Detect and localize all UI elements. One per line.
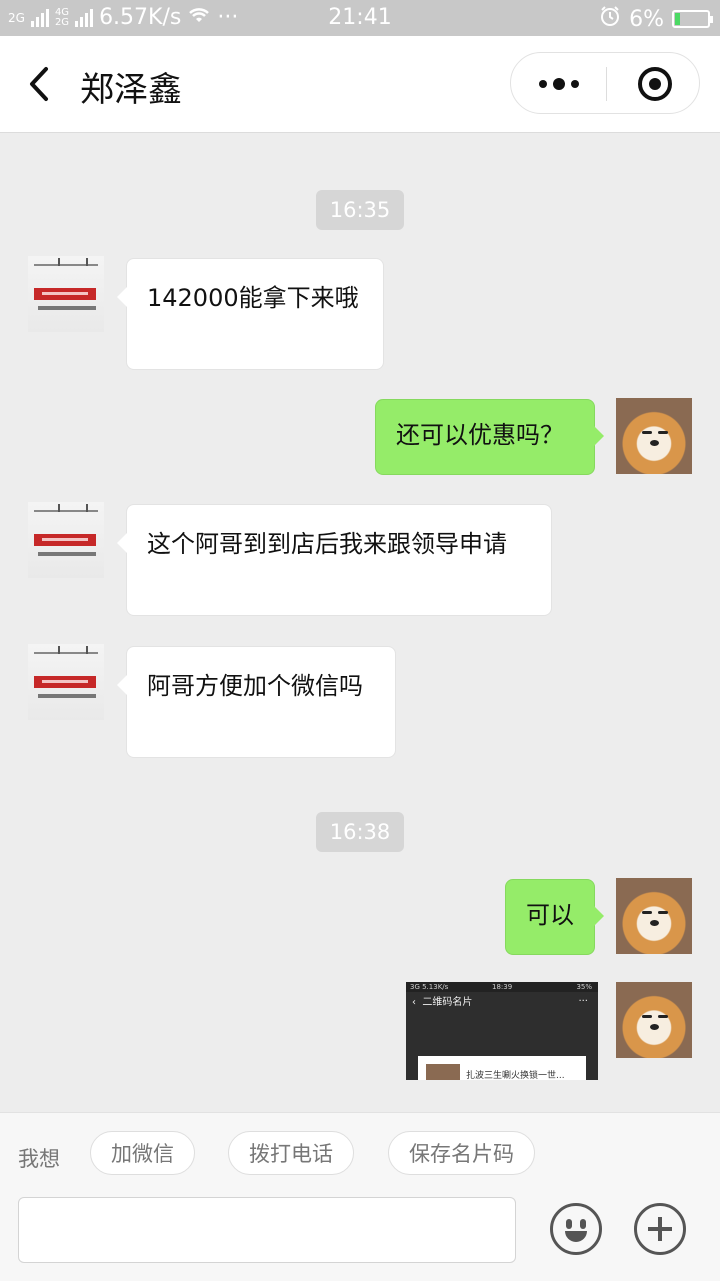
close-miniprogram-icon[interactable] bbox=[638, 67, 672, 101]
menu-capsule bbox=[510, 52, 700, 114]
chat-header: 郑泽鑫 bbox=[0, 36, 720, 133]
alarm-icon bbox=[599, 5, 621, 33]
bottom-panel: 我想 加微信 拨打电话 保存名片码 bbox=[0, 1112, 720, 1281]
timestamp: 16:38 bbox=[316, 812, 404, 852]
image-card: 扎波三生唰火换锁一世... bbox=[418, 1056, 586, 1080]
message-bubble-sent[interactable]: 可以 bbox=[505, 879, 604, 955]
dealer-avatar[interactable] bbox=[28, 502, 104, 578]
more-options-icon[interactable] bbox=[539, 75, 579, 93]
image-header: ‹ 二维码名片 bbox=[412, 997, 473, 1008]
my-avatar[interactable] bbox=[616, 982, 692, 1058]
message-bubble[interactable]: 这个阿哥到到店后我来跟领导申请 bbox=[117, 504, 552, 616]
image-status-time: 18:39 bbox=[492, 983, 513, 991]
page-title: 郑泽鑫 bbox=[80, 70, 182, 110]
image-more-icon: ··· bbox=[578, 996, 588, 1007]
image-status-bar: 3G 5.13K/s 18:39 35% bbox=[406, 982, 598, 992]
emoji-icon[interactable] bbox=[550, 1203, 602, 1255]
image-card-text: 扎波三生唰火换锁一世... bbox=[466, 1071, 565, 1080]
dealer-avatar[interactable] bbox=[28, 256, 104, 332]
image-message[interactable]: 3G 5.13K/s 18:39 35% ‹ 二维码名片 ··· 扎波三生唰火换… bbox=[406, 982, 598, 1080]
message-bubble[interactable]: 142000能拿下来哦 bbox=[117, 258, 384, 370]
image-title: 二维码名片 bbox=[422, 997, 473, 1008]
image-status-battery: 35% bbox=[576, 983, 592, 991]
dealer-avatar[interactable] bbox=[28, 644, 104, 720]
my-avatar[interactable] bbox=[616, 878, 692, 954]
image-card-avatar bbox=[426, 1064, 460, 1080]
back-icon[interactable] bbox=[26, 66, 54, 102]
status-right: 6% bbox=[599, 5, 713, 33]
call-phone-chip[interactable]: 拨打电话 bbox=[228, 1131, 354, 1175]
battery-icon bbox=[672, 10, 713, 28]
save-card-chip[interactable]: 保存名片码 bbox=[388, 1131, 535, 1175]
capsule-divider bbox=[606, 67, 607, 101]
timestamp: 16:35 bbox=[316, 190, 404, 230]
add-wechat-chip[interactable]: 加微信 bbox=[90, 1131, 195, 1175]
status-bar: 2G 4G 2G 6.57K/s ··· 21:41 6% bbox=[0, 0, 720, 36]
image-status-text: 3G 5.13K/s bbox=[410, 983, 449, 991]
message-bubble-sent[interactable]: 还可以优惠吗？ bbox=[375, 399, 604, 475]
battery-percent: 6% bbox=[629, 6, 664, 32]
add-more-icon[interactable] bbox=[634, 1203, 686, 1255]
message-input[interactable] bbox=[18, 1197, 516, 1263]
my-avatar[interactable] bbox=[616, 398, 692, 474]
quick-actions-label: 我想 bbox=[18, 1147, 60, 1171]
message-bubble[interactable]: 阿哥方便加个微信吗 bbox=[117, 646, 396, 758]
